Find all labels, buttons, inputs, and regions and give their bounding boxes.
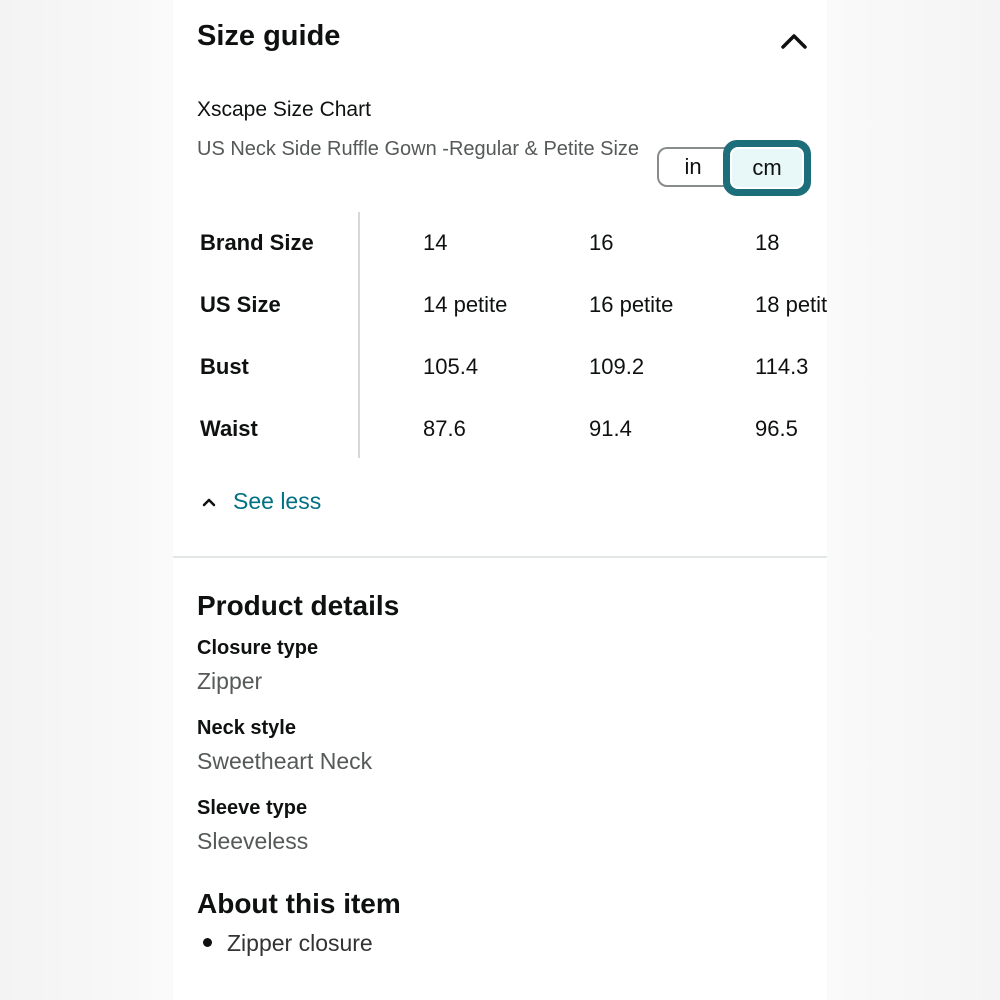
table-cell: 18 bbox=[755, 230, 780, 255]
unit-cm-button[interactable]: cm bbox=[723, 140, 811, 196]
unit-cm-label: cm bbox=[730, 147, 804, 189]
table-cell: 91.4 bbox=[589, 416, 632, 441]
background-left bbox=[0, 0, 173, 1000]
table-cell: 114.3 bbox=[755, 354, 809, 379]
table-row: US Size 14 petite 16 petite 18 petite bbox=[173, 292, 827, 332]
table-row: Bust 105.4 109.2 114.3 bbox=[173, 354, 827, 394]
product-details-title: Product details bbox=[197, 590, 400, 621]
sleeve-type-label: Sleeve type bbox=[197, 797, 308, 819]
table-cell: 87.6 bbox=[423, 416, 466, 441]
row-label: Brand Size bbox=[200, 230, 314, 255]
section-divider bbox=[173, 556, 827, 558]
size-table: Brand Size 14 16 18 US Size 14 petite 16… bbox=[173, 212, 827, 460]
table-row: Waist 87.6 91.4 96.5 bbox=[173, 416, 827, 456]
about-bullet-item: Zipper closure bbox=[227, 930, 373, 956]
table-cell: 96.5 bbox=[755, 416, 798, 441]
table-cell: 18 petite bbox=[755, 292, 827, 317]
closure-type-label: Closure type bbox=[197, 637, 319, 659]
chevron-up-icon[interactable] bbox=[779, 28, 809, 54]
table-cell: 14 bbox=[423, 230, 448, 255]
table-row: Brand Size 14 16 18 bbox=[173, 230, 827, 270]
see-less-link[interactable]: See less bbox=[201, 486, 321, 516]
table-cell: 16 bbox=[589, 230, 614, 255]
unit-in-button[interactable]: in bbox=[657, 147, 727, 187]
size-chart-subtitle: US Neck Side Ruffle Gown -Regular & Peti… bbox=[197, 138, 640, 160]
see-less-label: See less bbox=[233, 487, 322, 514]
closure-type-value: Zipper bbox=[197, 668, 263, 694]
unit-toggle: in cm bbox=[657, 140, 811, 196]
table-cell: 109.2 bbox=[589, 354, 645, 379]
background-right bbox=[827, 0, 1000, 1000]
product-panel: Size guide Xscape Size Chart US Neck Sid… bbox=[173, 0, 827, 1000]
size-chart-brand: Xscape Size Chart bbox=[197, 98, 371, 121]
neck-style-label: Neck style bbox=[197, 717, 296, 739]
table-cell: 105.4 bbox=[423, 354, 479, 379]
neck-style-value: Sweetheart Neck bbox=[197, 748, 373, 774]
size-guide-title: Size guide bbox=[197, 20, 341, 52]
sleeve-type-value: Sleeveless bbox=[197, 828, 309, 854]
bullet-dot-icon bbox=[203, 938, 212, 947]
about-item-title: About this item bbox=[197, 888, 401, 919]
row-label: Waist bbox=[200, 416, 258, 441]
chevron-up-icon bbox=[201, 495, 217, 507]
table-cell: 16 petite bbox=[589, 292, 674, 317]
row-label: US Size bbox=[200, 292, 281, 317]
row-label: Bust bbox=[200, 354, 249, 379]
table-cell: 14 petite bbox=[423, 292, 508, 317]
